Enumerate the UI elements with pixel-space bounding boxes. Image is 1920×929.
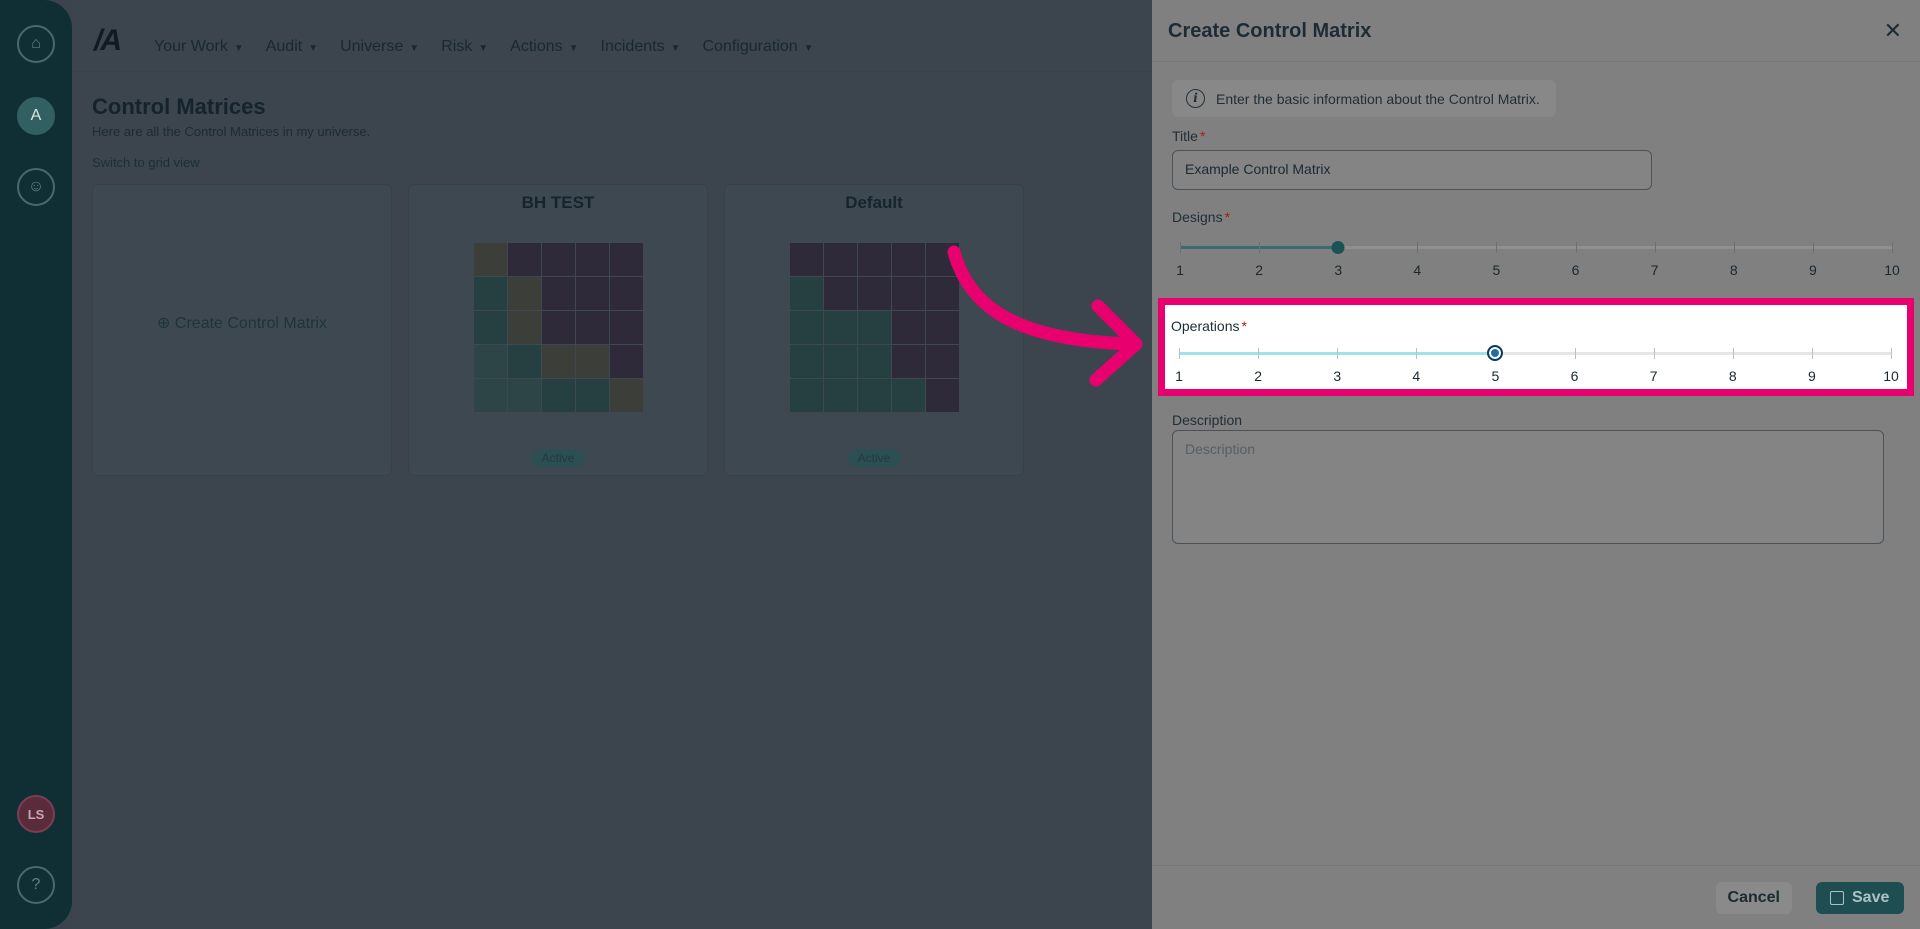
slider-tick: [1496, 242, 1498, 253]
avatar[interactable]: LS: [17, 795, 55, 833]
slider-tick: [1259, 242, 1261, 253]
matrix-preview: [790, 243, 959, 412]
slider-tick: [1892, 242, 1893, 253]
designs-slider[interactable]: 1 2 3 4 5 6 7 8 9 10: [1176, 241, 1900, 286]
slider-tick-label: 6: [1570, 368, 1579, 384]
slider-tick-label: 8: [1728, 368, 1737, 384]
slider-tick-label: 7: [1650, 262, 1659, 278]
chevron-down-icon: ▼: [670, 43, 681, 54]
slider-tick: [1812, 242, 1814, 253]
chevron-down-icon: ▼: [478, 43, 489, 54]
help-icon[interactable]: ?: [17, 866, 55, 904]
user-settings-icon[interactable]: ☺: [17, 168, 55, 206]
save-button[interactable]: Save: [1816, 882, 1904, 914]
nav-universe[interactable]: Universe ▼: [340, 38, 419, 56]
slider-tick: [1654, 242, 1656, 253]
slider-tick: [1574, 348, 1576, 359]
slider-tick-label: 3: [1334, 262, 1343, 278]
chevron-down-icon: ▼: [233, 43, 244, 54]
nav-actions[interactable]: Actions ▼: [510, 38, 578, 56]
logo-icon[interactable]: A: [17, 97, 55, 135]
slider-tick-label: 4: [1412, 368, 1421, 384]
card-title: Default: [845, 193, 903, 212]
info-icon: i: [1186, 89, 1205, 108]
slider-thumb[interactable]: [1487, 345, 1504, 361]
slider-tick-label: 10: [1883, 368, 1899, 384]
create-matrix-drawer: Create Control Matrix ✕ i Enter the basi…: [1152, 0, 1920, 929]
slider-tick-label: 5: [1491, 368, 1500, 384]
drawer-footer: Cancel Save: [1152, 865, 1920, 929]
chevron-down-icon: ▼: [308, 43, 319, 54]
chevron-down-icon: ▼: [409, 43, 420, 54]
left-rail: ⌂ A ☺ LS ?: [0, 0, 72, 929]
operations-slider[interactable]: 1 2 3 4 5 6 7 8 9 10: [1175, 345, 1899, 392]
slider-tick: [1180, 242, 1181, 253]
slider-tick-label: 9: [1808, 262, 1817, 278]
drawer-title: Create Control Matrix: [1168, 20, 1372, 42]
slider-tick-label: 2: [1255, 262, 1264, 278]
operations-label: Operations *: [1171, 318, 1247, 334]
description-label: Description: [1172, 412, 1243, 428]
slider-tick: [1733, 242, 1735, 253]
slider-tick-label: 7: [1649, 368, 1658, 384]
operations-highlight: Operations * 1 2 3 4 5 6 7 8 9 10: [1158, 298, 1914, 396]
page-title: Control Matrices: [92, 94, 266, 119]
slider-tick: [1811, 348, 1813, 359]
annotation-arrow-icon: [947, 245, 1143, 387]
slider-tick-label: 8: [1729, 262, 1738, 278]
create-matrix-card[interactable]: ⊕ Create Control Matrix: [92, 184, 392, 476]
nav-your-work[interactable]: Your Work ▼: [154, 38, 244, 56]
slider-tick: [1653, 348, 1655, 359]
slider-tick: [1258, 348, 1260, 359]
app-logo[interactable]: /A: [94, 24, 122, 58]
slider-tick-label: 10: [1884, 262, 1900, 278]
cancel-button[interactable]: Cancel: [1715, 882, 1792, 914]
slider-thumb[interactable]: [1331, 241, 1345, 254]
info-banner: i Enter the basic information about the …: [1172, 80, 1556, 117]
slider-tick-label: 9: [1807, 368, 1816, 384]
slider-tick-label: 2: [1254, 368, 1263, 384]
switch-grid-view-link[interactable]: Switch to grid view: [92, 155, 200, 170]
slider-tick: [1337, 348, 1339, 359]
nav-menu: Your Work ▼ Audit ▼ Universe ▼ Risk ▼ Action…: [154, 38, 814, 56]
slider-tick: [1575, 242, 1577, 253]
home-icon[interactable]: ⌂: [17, 25, 55, 63]
info-text: Enter the basic information about the Co…: [1216, 90, 1540, 107]
nav-risk[interactable]: Risk ▼: [441, 38, 488, 56]
drawer-header: Create Control Matrix ✕: [1152, 0, 1920, 62]
status-badge: Active: [847, 449, 901, 467]
create-control-matrix-link[interactable]: ⊕ Create Control Matrix: [93, 313, 391, 333]
nav-incidents[interactable]: Incidents ▼: [601, 38, 681, 56]
slider-tick: [1891, 348, 1892, 359]
slider-tick-label: 4: [1413, 262, 1422, 278]
title-label: Title *: [1172, 128, 1206, 144]
slider-tick: [1732, 348, 1734, 359]
save-icon: [1830, 891, 1844, 905]
slider-tick-label: 3: [1333, 368, 1342, 384]
nav-audit[interactable]: Audit ▼: [266, 38, 318, 56]
nav-configuration[interactable]: Configuration ▼: [702, 38, 813, 56]
slider-tick: [1416, 348, 1418, 359]
card-title: BH TEST: [521, 193, 595, 212]
status-badge: Active: [531, 449, 585, 467]
slider-tick-label: 6: [1571, 262, 1580, 278]
description-textarea[interactable]: Description: [1172, 430, 1884, 544]
main-page: /A Your Work ▼ Audit ▼ Universe ▼ Risk ▼ Act…: [72, 0, 1152, 929]
designs-label: Designs *: [1172, 209, 1231, 225]
chevron-down-icon: ▼: [803, 43, 814, 54]
top-nav: /A Your Work ▼ Audit ▼ Universe ▼ Risk ▼ Act…: [72, 0, 1152, 72]
title-input[interactable]: Example Control Matrix: [1172, 150, 1652, 190]
matrix-preview: [474, 243, 643, 412]
save-label: Save: [1852, 889, 1890, 906]
chevron-down-icon: ▼: [568, 43, 579, 54]
close-icon[interactable]: ✕: [1884, 18, 1902, 44]
matrix-card-bh-test[interactable]: BH TEST Active: [408, 184, 708, 476]
slider-tick-label: 5: [1492, 262, 1501, 278]
slider-tick: [1417, 242, 1419, 253]
page-subtitle: Here are all the Control Matrices in my …: [92, 124, 371, 139]
